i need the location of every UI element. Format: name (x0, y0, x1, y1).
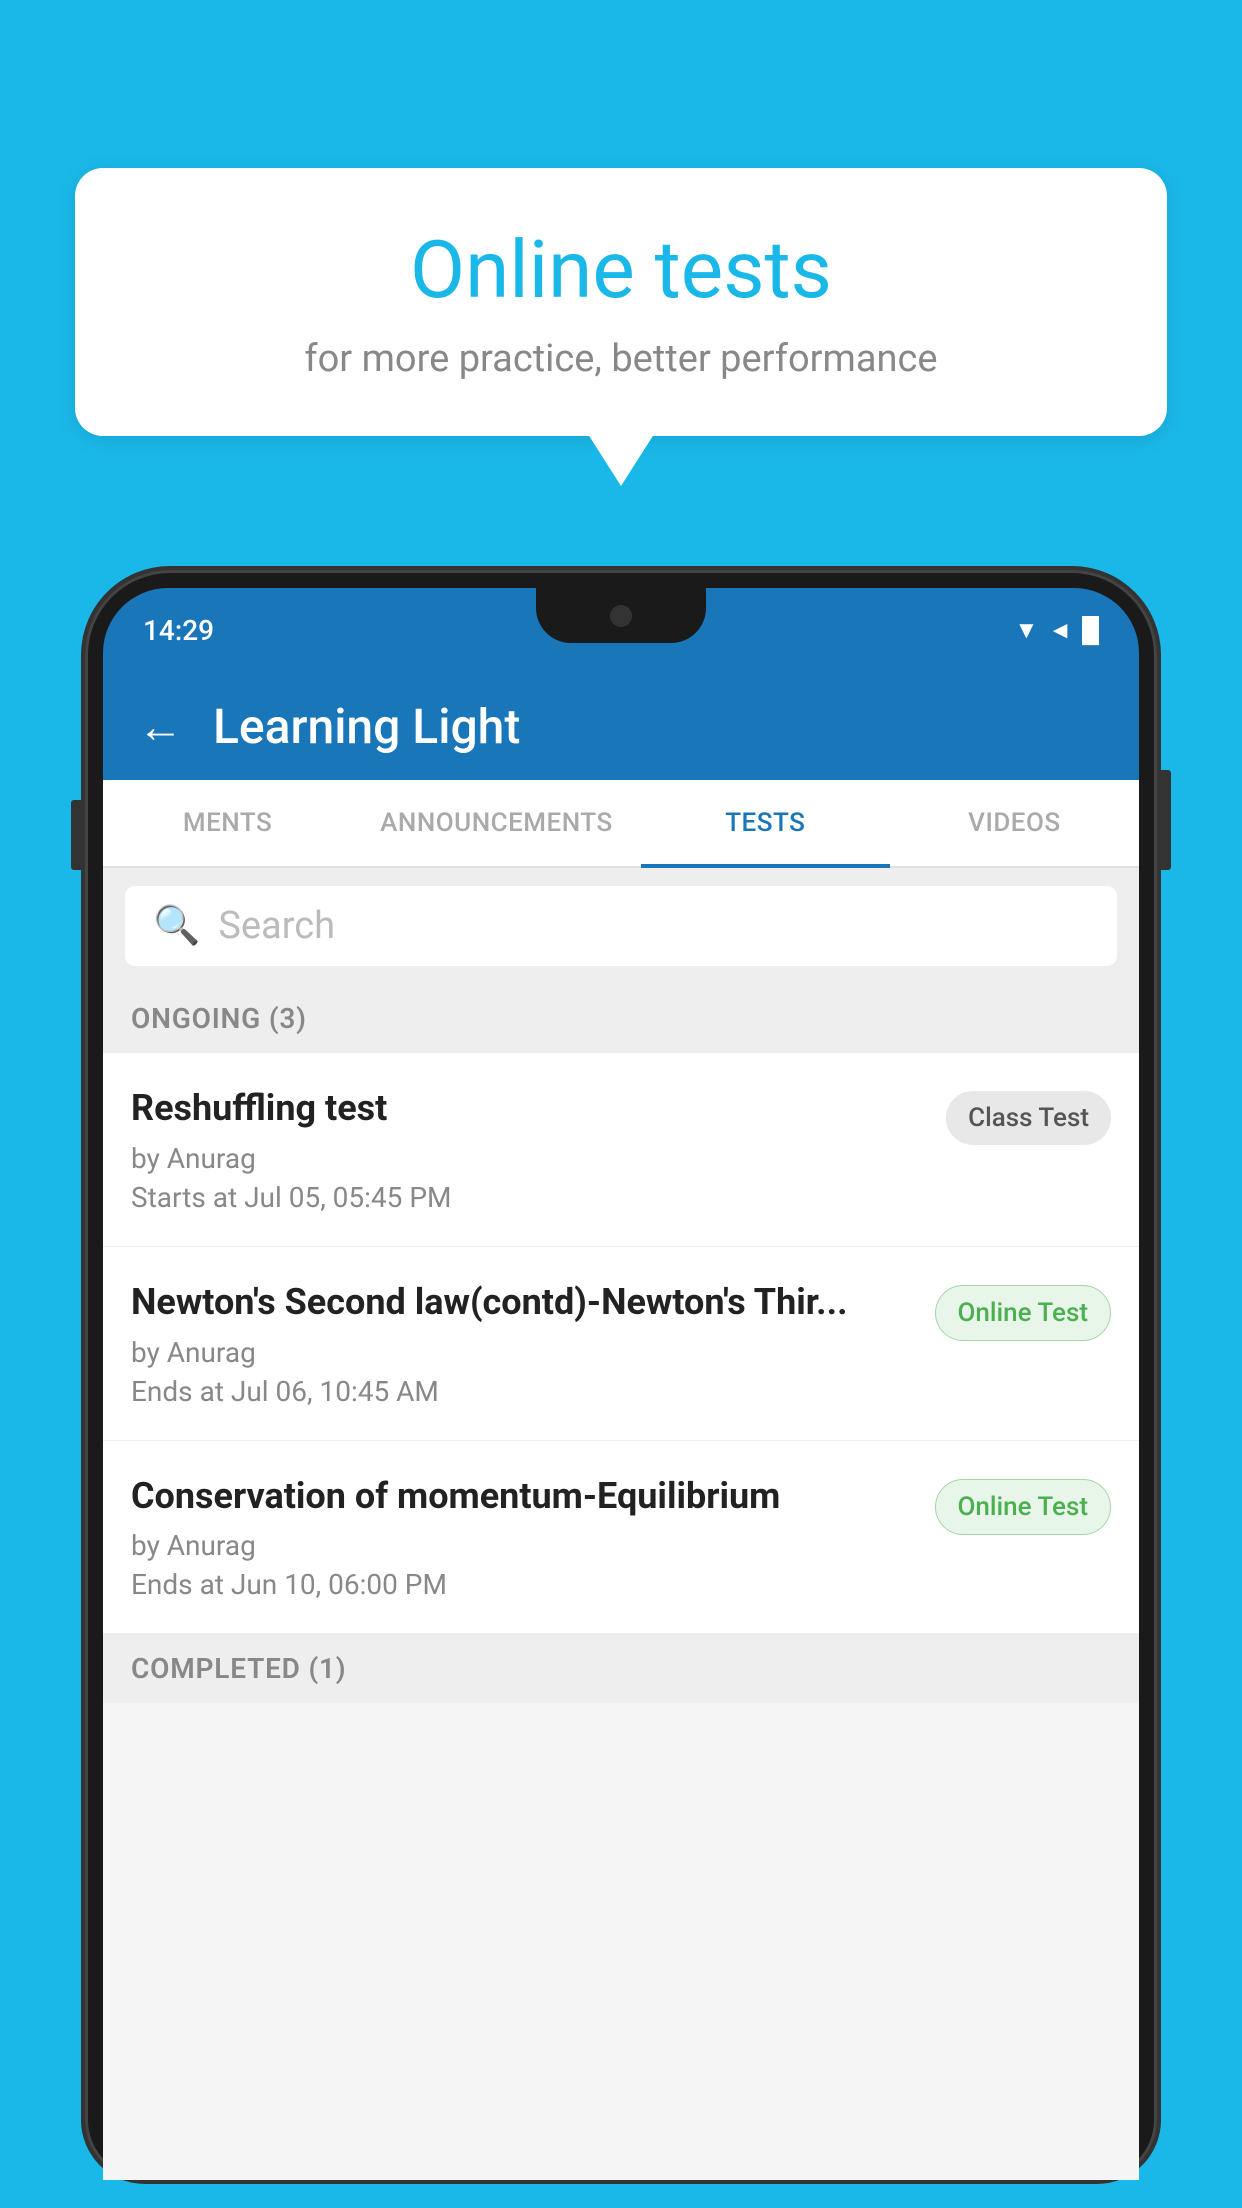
status-icons: ▼ ◄ █ (1014, 616, 1099, 645)
test-author: by Anurag (131, 1336, 915, 1369)
tab-videos[interactable]: VIDEOS (890, 780, 1139, 866)
test-badge-online-test: Online Test (935, 1285, 1112, 1341)
bubble-title: Online tests (135, 223, 1107, 317)
status-time: 14:29 (143, 614, 214, 647)
test-author: by Anurag (131, 1529, 915, 1562)
completed-section-header: COMPLETED (1) (103, 1634, 1139, 1703)
app-screen: ← Learning Light MENTS ANNOUNCEMENTS TES… (103, 673, 1139, 2180)
test-name: Reshuffling test (131, 1085, 926, 1132)
test-name: Newton's Second law(contd)-Newton's Thir… (131, 1279, 915, 1326)
back-button[interactable]: ← (138, 700, 183, 753)
test-name: Conservation of momentum-Equilibrium (131, 1473, 915, 1520)
phone-volume-button (71, 800, 81, 870)
test-badge-online-test-2: Online Test (935, 1479, 1112, 1535)
search-bar-wrapper: 🔍 Search (103, 868, 1139, 984)
test-date: Starts at Jul 05, 05:45 PM (131, 1181, 926, 1214)
test-badge-class-test: Class Test (946, 1091, 1111, 1145)
ongoing-label: ONGOING (3) (131, 1002, 307, 1035)
phone-power-button (1161, 770, 1171, 870)
completed-label: COMPLETED (1) (131, 1652, 346, 1685)
signal-icon: ◄ (1048, 616, 1072, 645)
tab-ments[interactable]: MENTS (103, 780, 352, 866)
test-date: Ends at Jun 10, 06:00 PM (131, 1568, 915, 1601)
search-bar[interactable]: 🔍 Search (125, 886, 1117, 966)
camera (610, 605, 632, 627)
bubble-subtitle: for more practice, better performance (135, 337, 1107, 381)
test-author: by Anurag (131, 1142, 926, 1175)
test-item[interactable]: Newton's Second law(contd)-Newton's Thir… (103, 1247, 1139, 1441)
tab-announcements[interactable]: ANNOUNCEMENTS (352, 780, 641, 866)
app-title: Learning Light (213, 698, 520, 755)
test-date: Ends at Jul 06, 10:45 AM (131, 1375, 915, 1408)
wifi-icon: ▼ (1014, 616, 1038, 645)
test-item[interactable]: Conservation of momentum-Equilibrium by … (103, 1441, 1139, 1635)
app-header: ← Learning Light (103, 673, 1139, 780)
test-item-content: Reshuffling test by Anurag Starts at Jul… (131, 1085, 946, 1214)
test-item-content: Conservation of momentum-Equilibrium by … (131, 1473, 935, 1602)
status-bar: 14:29 ▼ ◄ █ (103, 588, 1139, 673)
test-item[interactable]: Reshuffling test by Anurag Starts at Jul… (103, 1053, 1139, 1247)
promo-bubble: Online tests for more practice, better p… (75, 168, 1167, 436)
phone-frame: 14:29 ▼ ◄ █ ← Learning Light MENTS ANNOU… (85, 570, 1157, 2208)
tabs-bar: MENTS ANNOUNCEMENTS TESTS VIDEOS (103, 780, 1139, 868)
search-input[interactable]: Search (218, 904, 335, 948)
ongoing-section-header: ONGOING (3) (103, 984, 1139, 1053)
tab-tests[interactable]: TESTS (641, 780, 890, 866)
test-item-content: Newton's Second law(contd)-Newton's Thir… (131, 1279, 935, 1408)
phone-notch (536, 588, 706, 643)
search-icon: 🔍 (153, 904, 200, 948)
battery-icon: █ (1082, 616, 1099, 645)
